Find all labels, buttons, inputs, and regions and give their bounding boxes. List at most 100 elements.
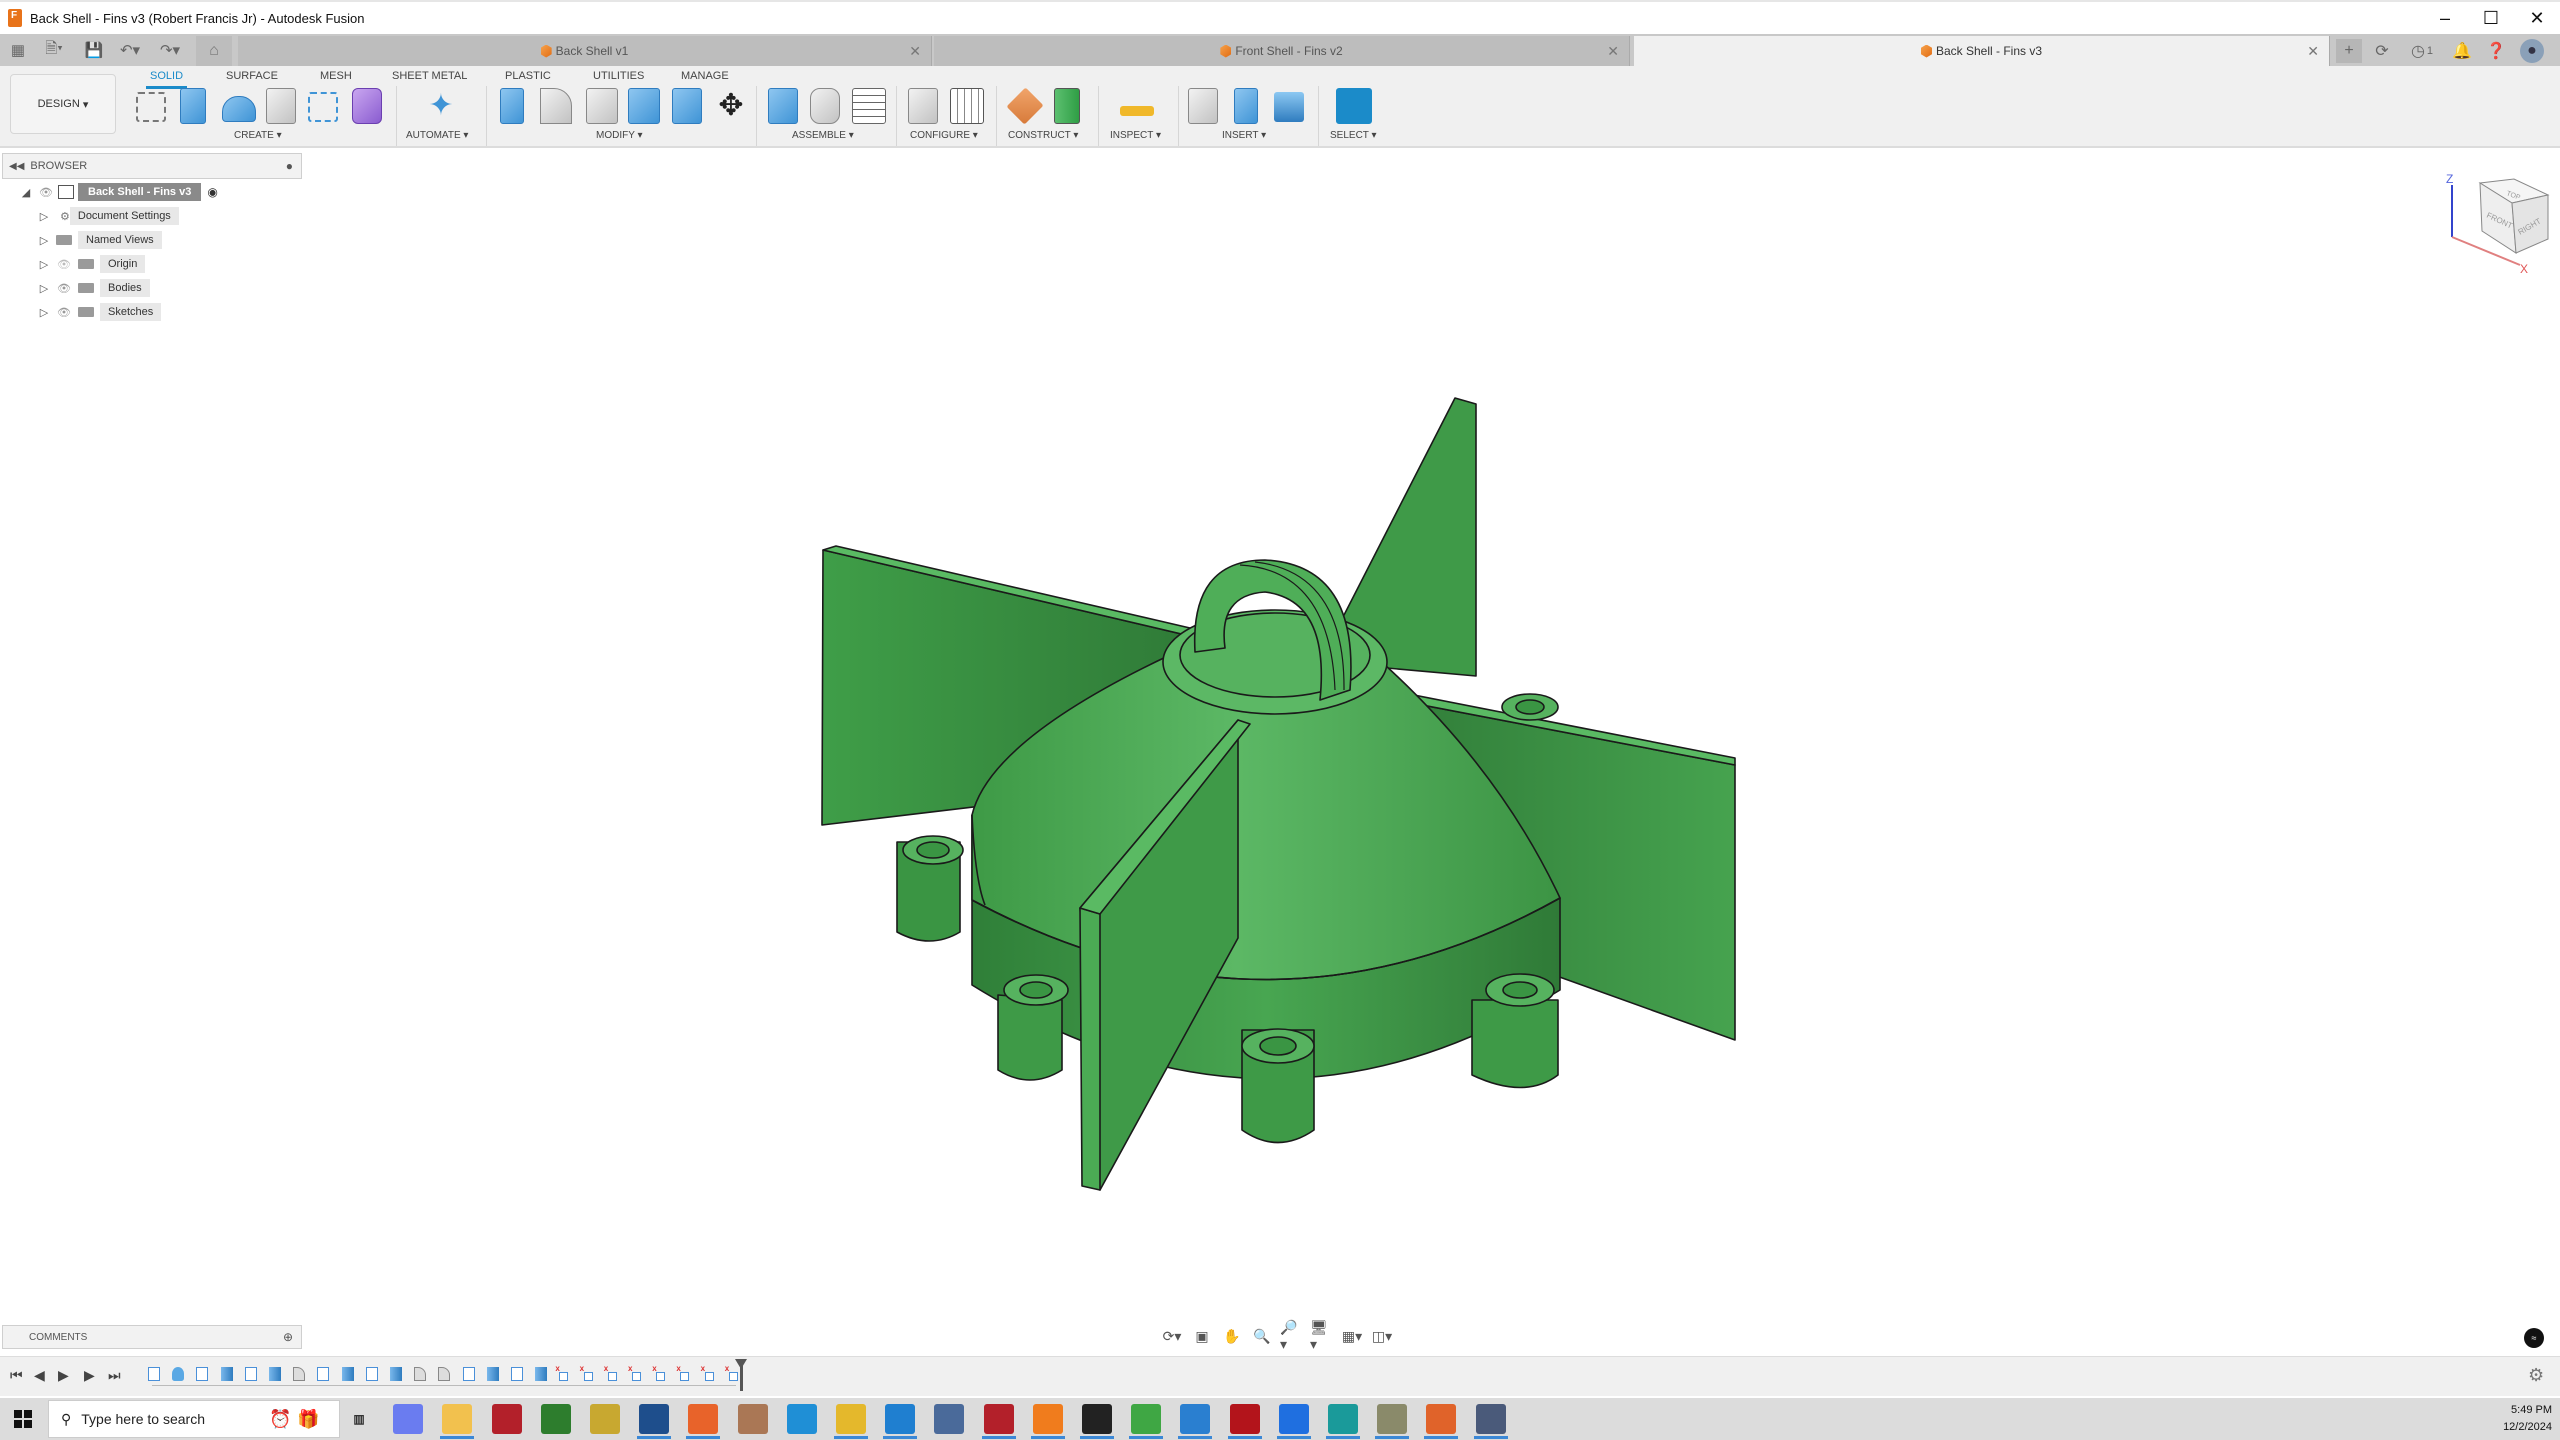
job-status-icon[interactable]: ◷ 1	[2404, 39, 2440, 63]
timeline-item-joint-origin[interactable]	[676, 1364, 690, 1381]
timeline-item-joint-origin[interactable]	[701, 1364, 714, 1381]
pattern-icon[interactable]	[308, 92, 338, 122]
insert-derive-icon[interactable]	[1188, 88, 1218, 124]
insert-menu[interactable]: INSERT ▾	[1222, 130, 1266, 141]
measure-icon[interactable]	[1120, 106, 1154, 116]
taskbar-copilot-icon[interactable]	[393, 1404, 424, 1434]
timeline-item-joint-origin[interactable]	[652, 1364, 666, 1381]
look-at-icon[interactable]: ▣	[1190, 1326, 1214, 1346]
timeline-settings-gear-icon[interactable]: ⚙	[2528, 1365, 2544, 1386]
fit-window-icon[interactable]: 🔎▾	[1280, 1319, 1304, 1352]
taskbar-firefox-icon[interactable]	[688, 1404, 719, 1434]
timeline-item-joint-origin[interactable]	[555, 1364, 569, 1381]
taskbar-gimp-icon[interactable]	[1377, 1404, 1408, 1434]
timeline-item-joint-origin[interactable]	[628, 1364, 641, 1381]
configure-menu[interactable]: CONFIGURE ▾	[910, 130, 978, 141]
go-to-end-icon[interactable]: ⏭	[108, 1367, 121, 1384]
timeline-item-extrude[interactable]	[390, 1367, 402, 1381]
taskbar-calculator-icon[interactable]	[1475, 1404, 1506, 1434]
taskbar-task-view-icon[interactable]: ▥	[344, 1404, 374, 1434]
tab-manage[interactable]: MANAGE	[681, 70, 729, 82]
taskbar-search-input[interactable]: ⚲ Type here to search ⏰ 🎁	[48, 1400, 340, 1438]
undo-icon[interactable]: ↶▾	[116, 40, 144, 60]
timeline-item-sketch[interactable]	[196, 1367, 209, 1381]
browser-root-node[interactable]: ◢ 👁 Back Shell - Fins v3 ◉	[20, 182, 218, 202]
assemble-menu[interactable]: ASSEMBLE ▾	[792, 130, 854, 141]
pan-hand-icon[interactable]: ✋	[1220, 1326, 1244, 1346]
tab-surface[interactable]: SURFACE	[226, 70, 278, 82]
visibility-eye-icon[interactable]: 👁	[56, 282, 72, 295]
pin-panel-icon[interactable]: ●	[286, 159, 293, 173]
browser-item-document-settings[interactable]: ▷ ⚙ Document Settings	[38, 206, 179, 226]
model-canvas[interactable]	[0, 150, 2560, 1320]
taskbar-app-c-icon[interactable]	[1278, 1404, 1309, 1434]
inspect-menu[interactable]: INSPECT ▾	[1110, 130, 1161, 141]
tab-utilities[interactable]: UTILITIES	[593, 70, 644, 82]
close-tab-icon[interactable]: ✕	[909, 43, 921, 60]
workspace-switcher[interactable]: DESIGN ▾	[10, 74, 116, 134]
extrude-icon[interactable]	[180, 88, 206, 124]
feedback-icon[interactable]: ≈	[2524, 1328, 2544, 1348]
timeline-item-joint-origin[interactable]	[725, 1364, 738, 1381]
timeline-item-extrude[interactable]	[269, 1367, 281, 1381]
timeline-item-extrude[interactable]	[486, 1367, 499, 1381]
timeline-item-sketch[interactable]	[244, 1367, 257, 1381]
save-icon[interactable]: 💾	[84, 40, 104, 60]
3d-viewport[interactable]	[0, 150, 2560, 1320]
tab-solid[interactable]: SOLID	[145, 70, 188, 89]
press-pull-icon[interactable]	[500, 88, 524, 124]
combine-icon[interactable]	[628, 88, 660, 124]
visibility-eye-icon[interactable]: 👁	[56, 306, 72, 319]
select-menu[interactable]: SELECT ▾	[1330, 130, 1377, 141]
step-forward-icon[interactable]: ▶	[84, 1367, 95, 1384]
browser-item-bodies[interactable]: ▷ 👁 Bodies	[38, 278, 150, 298]
new-component-icon[interactable]	[768, 88, 798, 124]
timeline-marker[interactable]	[735, 1359, 747, 1391]
revolve-icon[interactable]	[222, 96, 256, 122]
orbit-icon[interactable]: ⟳▾	[1160, 1326, 1184, 1346]
tab-plastic[interactable]: PLASTIC	[505, 70, 551, 82]
taskbar-acrobat-icon[interactable]	[1229, 1404, 1260, 1434]
timeline-item-joint-origin[interactable]	[580, 1364, 593, 1381]
timeline-item-fillet[interactable]	[438, 1367, 451, 1381]
expand-triangle-icon[interactable]: ▷	[38, 210, 50, 223]
home-tab[interactable]: ⌂	[196, 36, 232, 66]
timeline-item-joint-origin[interactable]	[604, 1364, 617, 1381]
timeline-item-sketch[interactable]	[317, 1367, 330, 1381]
browser-item-sketches[interactable]: ▷ 👁 Sketches	[38, 302, 162, 322]
configure-model-icon[interactable]	[908, 88, 938, 124]
bill-of-materials-icon[interactable]	[852, 88, 886, 124]
expand-triangle-icon[interactable]: ▷	[38, 306, 50, 319]
timeline-item-fillet[interactable]	[414, 1367, 427, 1381]
taskbar-file-explorer-icon[interactable]	[442, 1404, 473, 1434]
create-sketch-icon[interactable]	[136, 92, 166, 122]
taskbar-chrome-icon[interactable]	[836, 1404, 866, 1434]
app-grid-icon[interactable]: ▦	[8, 40, 28, 60]
expand-triangle-icon[interactable]: ▷	[38, 258, 50, 271]
zoom-icon[interactable]: 🔍	[1250, 1326, 1274, 1346]
user-avatar[interactable]: ●	[2520, 39, 2544, 63]
move-copy-icon[interactable]: ✥	[714, 88, 748, 124]
file-menu-icon[interactable]: 🗎▾	[40, 40, 68, 60]
split-face-icon[interactable]	[672, 88, 702, 124]
taskbar-network-icon[interactable]	[934, 1404, 965, 1434]
tab-sheet-metal[interactable]: SHEET METAL	[392, 70, 467, 82]
taskbar-vscode-icon[interactable]	[885, 1404, 916, 1434]
help-icon[interactable]: ❓	[2484, 39, 2508, 63]
go-to-start-icon[interactable]: ⏮	[10, 1367, 23, 1384]
taskbar-es-explorer-icon[interactable]	[491, 1404, 522, 1434]
activate-radio-icon[interactable]: ◉	[207, 185, 217, 199]
windows-start-icon[interactable]	[14, 1410, 32, 1428]
comments-panel-header[interactable]: COMMENTS ⊕	[2, 1325, 302, 1349]
expand-triangle-icon[interactable]: ▷	[38, 282, 50, 295]
insert-mcmaster-icon[interactable]	[1234, 88, 1258, 124]
plane-at-angle-icon[interactable]	[1006, 87, 1044, 125]
expand-triangle-icon[interactable]: ▷	[38, 234, 50, 247]
hole-icon[interactable]	[266, 88, 296, 124]
taskbar-libreoffice-impress-icon[interactable]	[1426, 1404, 1457, 1434]
modify-menu[interactable]: MODIFY ▾	[596, 130, 643, 141]
minimize-button[interactable]: –	[2422, 2, 2468, 34]
taskbar-app-feather-icon[interactable]	[590, 1404, 620, 1434]
browser-item-named-views[interactable]: ▷ Named Views	[38, 230, 162, 250]
taskbar-edge-icon[interactable]	[786, 1404, 817, 1434]
